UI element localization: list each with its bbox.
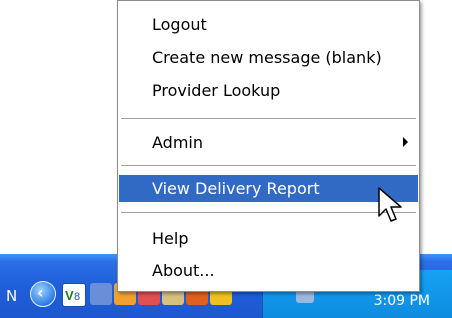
menu-item-create-new-message[interactable]: Create new message (blank) [119, 44, 418, 71]
menu-item-label: Logout [152, 15, 207, 34]
menu-item-view-delivery-report[interactable]: View Delivery Report [119, 175, 418, 202]
back-arrow-icon[interactable]: ‹ [30, 281, 56, 307]
menu-separator [121, 118, 416, 119]
menu-item-help[interactable]: Help [119, 225, 418, 252]
submenu-arrow-icon [403, 137, 408, 147]
menu-item-about[interactable]: About... [119, 257, 418, 284]
app-icon-a[interactable] [90, 283, 112, 305]
svg-text:8: 8 [74, 291, 80, 303]
menu-separator [121, 212, 416, 213]
menu-item-label: View Delivery Report [152, 179, 320, 198]
menu-item-provider-lookup[interactable]: Provider Lookup [119, 77, 418, 104]
menu-separator [121, 165, 416, 166]
mouse-pointer-icon [378, 187, 402, 222]
menu-item-label: About... [152, 261, 215, 280]
menu-item-admin[interactable]: Admin [119, 129, 418, 156]
menu-item-label: Admin [152, 133, 203, 152]
taskbar-left-label: N [6, 287, 18, 305]
menu-item-logout[interactable]: Logout [119, 11, 418, 38]
vb-app-icon[interactable]: V8 [62, 283, 86, 307]
clock: 3:09 PM [373, 293, 430, 309]
menu-item-label: Provider Lookup [152, 81, 281, 100]
menu-item-label: Create new message (blank) [152, 48, 382, 67]
menu-item-label: Help [152, 229, 189, 248]
svg-text:V: V [65, 288, 74, 303]
context-menu: Logout Create new message (blank) Provid… [117, 0, 420, 292]
